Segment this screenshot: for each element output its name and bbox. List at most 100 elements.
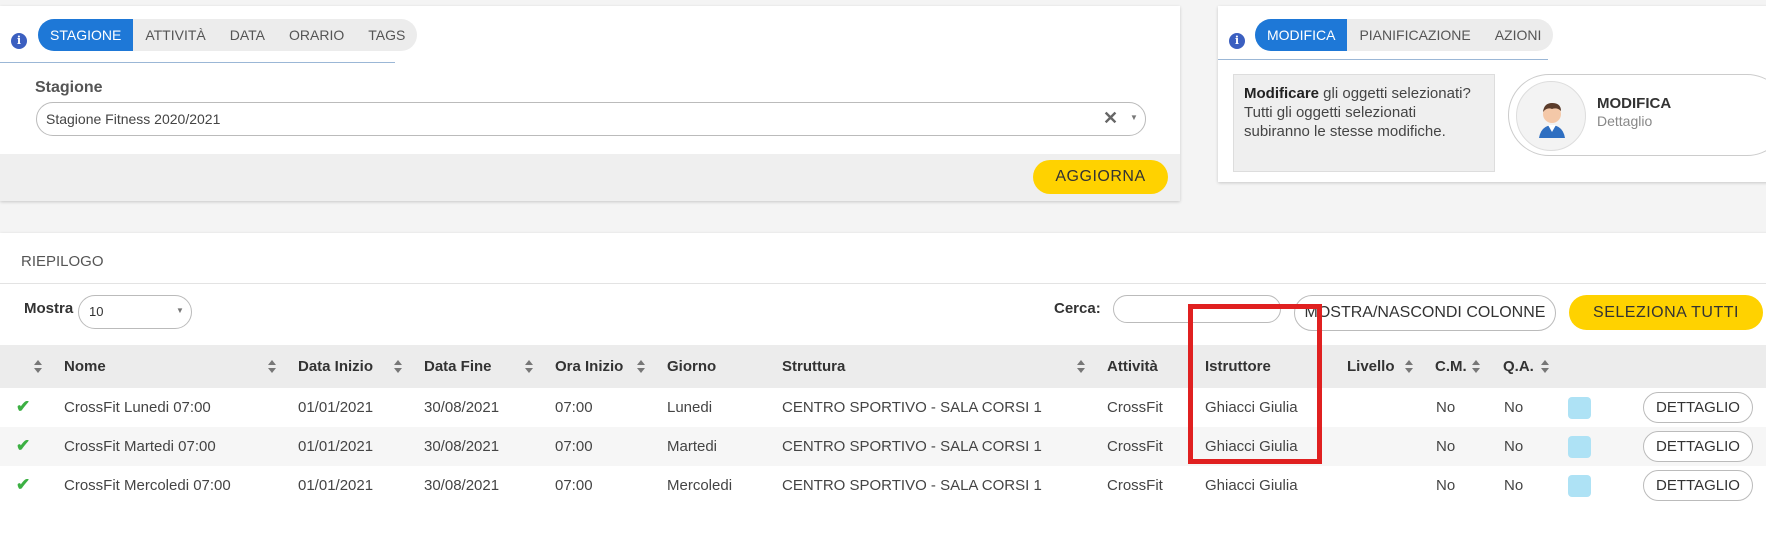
col-giorno[interactable]: Giorno: [667, 345, 716, 388]
color-swatch: [1568, 475, 1591, 497]
section-divider: [0, 283, 1766, 284]
col-qa[interactable]: Q.A.: [1503, 345, 1534, 388]
tab-stagione[interactable]: STAGIONE: [38, 19, 134, 51]
cell-attivita: CrossFit: [1107, 477, 1163, 494]
card-subtitle: Dettaglio: [1597, 113, 1653, 129]
table-row[interactable]: ✔ CrossFit Mercoledi 07:00 01/01/2021 30…: [0, 466, 1766, 505]
cell-attivita: CrossFit: [1107, 438, 1163, 455]
cell-ora-inizio: 07:00: [555, 399, 593, 416]
search-label: Cerca:: [1054, 300, 1101, 317]
cell-cm: No: [1436, 438, 1456, 455]
cell-data-inizio: 01/01/2021: [298, 477, 374, 494]
select-all-button[interactable]: SELEZIONA TUTTI: [1569, 295, 1763, 330]
cell-istruttore: Ghiacci Giulia: [1205, 399, 1298, 416]
table-row[interactable]: ✔ CrossFit Martedi 07:00 01/01/2021 30/0…: [0, 427, 1766, 466]
filter-tabs: STAGIONE ATTIVITÀ DATA ORARIO TAGS: [38, 19, 418, 51]
season-select[interactable]: Stagione Fitness 2020/2021: [36, 102, 1146, 136]
color-swatch: [1568, 397, 1591, 419]
tab-attivita[interactable]: ATTIVITÀ: [133, 19, 217, 51]
detail-button[interactable]: DETTAGLIO: [1643, 392, 1753, 423]
show-label: Mostra: [24, 300, 74, 317]
season-select-value: Stagione Fitness 2020/2021: [46, 111, 221, 127]
cell-qa: No: [1504, 477, 1524, 494]
cell-qa: No: [1504, 438, 1524, 455]
sort-icon[interactable]: [637, 360, 645, 373]
cell-giorno: Martedi: [667, 438, 718, 455]
check-icon: ✔: [16, 475, 31, 494]
cell-struttura: CENTRO SPORTIVO - SALA CORSI 1: [782, 477, 1042, 494]
col-livello[interactable]: Livello: [1347, 345, 1395, 388]
cell-struttura: CENTRO SPORTIVO - SALA CORSI 1: [782, 399, 1042, 416]
sort-icon[interactable]: [1405, 360, 1413, 373]
table-header: Nome Data Inizio Data Fine Ora Inizio Gi…: [0, 345, 1766, 388]
tab-azioni[interactable]: AZIONI: [1483, 19, 1554, 51]
season-label: Stagione: [35, 79, 103, 96]
cell-attivita: CrossFit: [1107, 399, 1163, 416]
sort-icon[interactable]: [1472, 360, 1480, 373]
cell-data-fine: 30/08/2021: [424, 399, 500, 416]
info-icon[interactable]: i: [1229, 33, 1245, 49]
action-panel: i MODIFICA PIANIFICAZIONE AZIONI Modific…: [1218, 6, 1766, 182]
card-title: MODIFICA: [1597, 95, 1672, 112]
clear-icon[interactable]: ✕: [1103, 109, 1118, 127]
confirm-message: Modificare gli oggetti selezionati? Tutt…: [1233, 74, 1495, 172]
col-cm[interactable]: C.M.: [1435, 345, 1467, 388]
tab-orario[interactable]: ORARIO: [277, 19, 356, 51]
cell-giorno: Lunedi: [667, 399, 713, 416]
cell-struttura: CENTRO SPORTIVO - SALA CORSI 1: [782, 438, 1042, 455]
cell-cm: No: [1436, 477, 1456, 494]
col-struttura[interactable]: Struttura: [782, 345, 845, 388]
tab-data[interactable]: DATA: [218, 19, 277, 51]
col-ora-inizio[interactable]: Ora Inizio: [555, 345, 623, 388]
cell-ora-inizio: 07:00: [555, 477, 593, 494]
cell-istruttore: Ghiacci Giulia: [1205, 438, 1298, 455]
update-button[interactable]: AGGIORNA: [1033, 160, 1168, 194]
page-size-value: 10: [89, 304, 104, 319]
sort-icon[interactable]: [394, 360, 402, 373]
info-icon[interactable]: i: [11, 33, 27, 49]
col-istruttore[interactable]: Istruttore: [1205, 345, 1271, 388]
detail-button[interactable]: DETTAGLIO: [1643, 470, 1753, 501]
search-input[interactable]: [1113, 295, 1281, 323]
sort-icon[interactable]: [1541, 360, 1549, 373]
tab-tags[interactable]: TAGS: [356, 19, 417, 51]
sort-icon[interactable]: [525, 360, 533, 373]
col-nome[interactable]: Nome: [64, 345, 106, 388]
check-icon: ✔: [16, 436, 31, 455]
cell-data-inizio: 01/01/2021: [298, 438, 374, 455]
toggle-columns-button[interactable]: MOSTRA/NASCONDI COLONNE: [1294, 295, 1556, 331]
tab-pianificazione[interactable]: PIANIFICAZIONE: [1347, 19, 1482, 51]
tab-underline: [1218, 59, 1548, 60]
cell-cm: No: [1436, 399, 1456, 416]
chevron-down-icon[interactable]: ▼: [1130, 114, 1138, 122]
col-data-fine[interactable]: Data Fine: [424, 345, 492, 388]
section-title: RIEPILOGO: [21, 253, 104, 270]
action-tabs: MODIFICA PIANIFICAZIONE AZIONI: [1255, 19, 1554, 51]
cell-nome: CrossFit Martedi 07:00: [64, 438, 216, 455]
page-size-select[interactable]: 10: [78, 295, 192, 329]
cell-nome: CrossFit Lunedi 07:00: [64, 399, 211, 416]
cell-data-fine: 30/08/2021: [424, 477, 500, 494]
cell-data-inizio: 01/01/2021: [298, 399, 374, 416]
tab-modifica[interactable]: MODIFICA: [1255, 19, 1348, 51]
user-avatar-icon: [1516, 81, 1586, 151]
color-swatch: [1568, 436, 1591, 458]
cell-giorno: Mercoledi: [667, 477, 733, 494]
cell-nome: CrossFit Mercoledi 07:00: [64, 477, 231, 494]
detail-button[interactable]: DETTAGLIO: [1643, 431, 1753, 462]
check-icon: ✔: [16, 397, 31, 416]
filter-footer: AGGIORNA: [0, 154, 1180, 201]
summary-panel: RIEPILOGO Mostra 10 ▼ Cerca: MOSTRA/NASC…: [0, 233, 1766, 533]
table-row[interactable]: ✔ CrossFit Lunedi 07:00 01/01/2021 30/08…: [0, 388, 1766, 427]
sort-icon[interactable]: [34, 360, 42, 373]
sort-icon[interactable]: [268, 360, 276, 373]
confirm-message-bold: Modificare: [1244, 85, 1320, 102]
filter-panel: i STAGIONE ATTIVITÀ DATA ORARIO TAGS Sta…: [0, 6, 1180, 201]
chevron-down-icon[interactable]: ▼: [176, 307, 184, 315]
cell-qa: No: [1504, 399, 1524, 416]
col-data-inizio[interactable]: Data Inizio: [298, 345, 373, 388]
col-attivita[interactable]: Attività: [1107, 345, 1158, 388]
modify-detail-card[interactable]: MODIFICA Dettaglio: [1508, 74, 1766, 156]
cell-ora-inizio: 07:00: [555, 438, 593, 455]
sort-icon[interactable]: [1077, 360, 1085, 373]
